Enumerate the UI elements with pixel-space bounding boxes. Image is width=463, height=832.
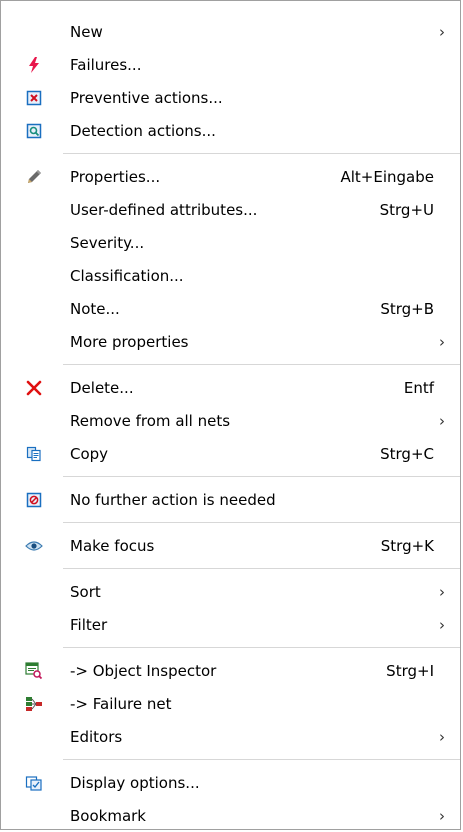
menu-item-label: Display options... — [70, 773, 200, 792]
eye-icon — [25, 537, 43, 555]
menu-item-delete[interactable]: Delete... Entf — [1, 371, 460, 404]
menu-separator — [63, 476, 460, 477]
menu-item-label: New — [70, 22, 103, 41]
menu-separator — [63, 759, 460, 760]
menu-item-failure-net[interactable]: -> Failure net — [1, 687, 460, 720]
menu-item-label: No further action is needed — [70, 490, 276, 509]
copy-icon — [25, 445, 43, 463]
menu-item-shortcut: Strg+K — [380, 536, 434, 555]
menu-item-label: Detection actions... — [70, 121, 216, 140]
menu-separator — [63, 568, 460, 569]
no-action-icon — [25, 491, 43, 509]
menu-item-label: -> Failure net — [70, 694, 172, 713]
menu-separator — [63, 647, 460, 648]
chevron-right-icon: › — [439, 582, 445, 601]
chevron-right-icon: › — [439, 411, 445, 430]
menu-item-label: Make focus — [70, 536, 155, 555]
menu-item-object-inspector[interactable]: -> Object Inspector Strg+I — [1, 654, 460, 687]
menu-item-copy[interactable]: Copy Strg+C — [1, 437, 460, 470]
menu-item-no-further-action[interactable]: No further action is needed — [1, 483, 460, 516]
menu-item-label: Severity... — [70, 233, 145, 252]
detection-action-icon — [25, 122, 43, 140]
display-options-icon — [25, 774, 43, 792]
menu-item-bookmark[interactable]: Bookmark › — [1, 799, 460, 832]
menu-separator — [63, 522, 460, 523]
menu-item-label: -> Object Inspector — [70, 661, 217, 680]
preventive-action-icon — [25, 89, 43, 107]
chevron-right-icon: › — [439, 806, 445, 825]
menu-item-note[interactable]: Note... Strg+B — [1, 292, 460, 325]
menu-separator — [63, 364, 460, 365]
menu-item-new[interactable]: New › — [1, 15, 460, 48]
menu-item-label: Preventive actions... — [70, 88, 223, 107]
menu-item-label: Note... — [70, 299, 120, 318]
menu-item-shortcut: Strg+B — [380, 299, 434, 318]
menu-item-shortcut: Strg+C — [380, 444, 434, 463]
menu-item-label: Sort — [70, 582, 101, 601]
menu-item-label: Remove from all nets — [70, 411, 231, 430]
menu-item-editors[interactable]: Editors › — [1, 720, 460, 753]
menu-item-more-properties[interactable]: More properties › — [1, 325, 460, 358]
menu-item-preventive-actions[interactable]: Preventive actions... — [1, 81, 460, 114]
chevron-right-icon: › — [439, 727, 445, 746]
menu-item-display-options[interactable]: Display options... — [1, 766, 460, 799]
menu-item-remove-from-all-nets[interactable]: Remove from all nets › — [1, 404, 460, 437]
menu-separator — [63, 153, 460, 154]
object-inspector-icon — [25, 662, 43, 680]
menu-item-label: Copy — [70, 444, 109, 463]
menu-item-label: More properties — [70, 332, 189, 351]
menu-item-label: Delete... — [70, 378, 134, 397]
menu-item-filter[interactable]: Filter › — [1, 608, 460, 641]
menu-item-user-defined-attributes[interactable]: User-defined attributes... Strg+U — [1, 193, 460, 226]
menu-item-label: Properties... — [70, 167, 161, 186]
menu-item-sort[interactable]: Sort › — [1, 575, 460, 608]
menu-item-detection-actions[interactable]: Detection actions... — [1, 114, 460, 147]
menu-item-shortcut: Alt+Eingabe — [340, 167, 435, 186]
chevron-right-icon: › — [439, 332, 445, 351]
chevron-right-icon: › — [439, 22, 445, 41]
menu-item-make-focus[interactable]: Make focus Strg+K — [1, 529, 460, 562]
menu-item-shortcut: Entf — [403, 378, 434, 397]
menu-item-shortcut: Strg+U — [379, 200, 434, 219]
delete-x-icon — [25, 379, 43, 397]
lightning-icon — [25, 56, 43, 74]
menu-item-label: Filter — [70, 615, 108, 634]
menu-item-label: User-defined attributes... — [70, 200, 258, 219]
menu-item-label: Editors — [70, 727, 123, 746]
failure-net-icon — [25, 695, 43, 713]
menu-item-properties[interactable]: Properties... Alt+Eingabe — [1, 160, 460, 193]
menu-item-label: Failures... — [70, 55, 142, 74]
pencil-icon — [25, 168, 43, 186]
menu-item-shortcut: Strg+I — [386, 661, 434, 680]
menu-item-severity[interactable]: Severity... — [1, 226, 460, 259]
chevron-right-icon: › — [439, 615, 445, 634]
menu-item-label: Bookmark — [70, 806, 146, 825]
menu-item-label: Classification... — [70, 266, 184, 285]
menu-item-classification[interactable]: Classification... — [1, 259, 460, 292]
menu-item-failures[interactable]: Failures... — [1, 48, 460, 81]
context-menu: New › Failures... Preventive actions... Dete… — [0, 0, 461, 830]
